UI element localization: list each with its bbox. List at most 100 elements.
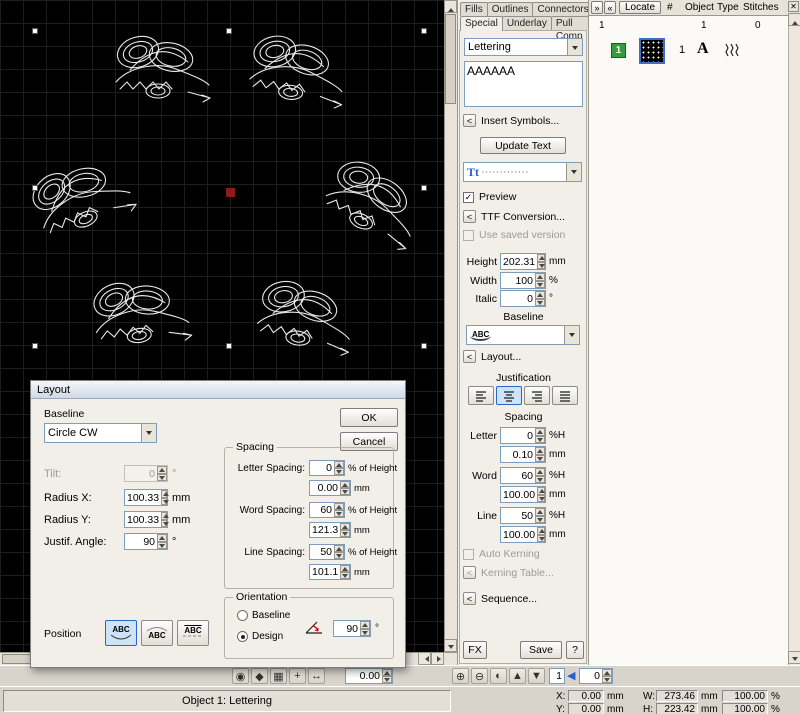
chevron-down-icon[interactable]: [564, 326, 579, 344]
font-select[interactable]: Tt ·············: [463, 162, 582, 182]
step-down-icon[interactable]: ▼: [528, 668, 545, 684]
help-button[interactable]: ?: [566, 641, 584, 659]
tilt-spinner[interactable]: [157, 466, 167, 481]
kerning-table-button[interactable]: Kerning Table...: [481, 567, 554, 579]
height-input[interactable]: 202.31: [500, 253, 546, 270]
lettering-text-input[interactable]: AAAAAA: [464, 61, 583, 107]
line-spacing-spinner[interactable]: [334, 545, 344, 559]
embroidery-motif[interactable]: [316, 148, 433, 252]
dlg-baseline-select[interactable]: Circle CW: [44, 423, 157, 443]
chevron-left-icon[interactable]: <: [463, 350, 476, 363]
scroll-down-icon[interactable]: [788, 651, 800, 664]
chevron-down-icon[interactable]: [567, 39, 582, 55]
letter-mm-spinner[interactable]: [535, 447, 545, 462]
collapse-left-icon[interactable]: «: [604, 1, 616, 14]
chevron-down-icon[interactable]: [566, 163, 581, 181]
orientation-design-radio[interactable]: [237, 631, 248, 642]
tab-fills[interactable]: Fills: [460, 2, 488, 16]
locate-button[interactable]: Locate: [619, 1, 661, 14]
letter-spacing-input[interactable]: 0: [309, 460, 345, 476]
word-spacing-mm-input[interactable]: 121.3: [309, 522, 351, 538]
scroll-left-icon[interactable]: [418, 652, 431, 665]
justify-center-button[interactable]: [496, 386, 522, 405]
embroidery-motif[interactable]: [252, 273, 358, 357]
tab-underlay[interactable]: Underlay: [502, 16, 552, 30]
chevron-left-icon[interactable]: <: [463, 566, 476, 579]
stitch-marks-icon[interactable]: ◉: [232, 668, 249, 684]
length-input[interactable]: 0.00: [345, 668, 393, 684]
canvas-vertical-scrollbar[interactable]: [444, 0, 457, 652]
dialog-titlebar[interactable]: Layout: [31, 381, 405, 399]
width-spinner[interactable]: [535, 273, 545, 288]
justify-left-button[interactable]: [468, 386, 494, 405]
tilt-input[interactable]: 0: [124, 465, 168, 482]
fx-button[interactable]: FX: [463, 641, 487, 659]
tab-special[interactable]: Special: [460, 16, 503, 31]
justify-full-button[interactable]: [552, 386, 578, 405]
preview-checkbox[interactable]: ✓: [463, 192, 474, 203]
scroll-up-icon[interactable]: [444, 0, 457, 13]
radius-x-spinner[interactable]: [161, 490, 167, 505]
line-input[interactable]: 50: [500, 507, 546, 524]
word-spacing-spinner[interactable]: [334, 503, 344, 517]
ttf-conversion-button[interactable]: TTF Conversion...: [481, 211, 565, 223]
line-mm-input[interactable]: 100.00: [500, 526, 546, 543]
ok-button[interactable]: OK: [340, 408, 398, 427]
letter-mm-input[interactable]: 0.10: [500, 446, 546, 463]
justify-right-button[interactable]: [524, 386, 550, 405]
stitch-position-input[interactable]: 0: [579, 668, 613, 684]
measure-icon[interactable]: ↔: [308, 668, 325, 684]
zoom-in-icon[interactable]: ⊕: [452, 668, 469, 684]
selection-handle[interactable]: [32, 185, 38, 191]
height-spinner[interactable]: [537, 254, 545, 269]
line-spacing-mm-input[interactable]: 101.1: [309, 564, 351, 580]
prev-needle-icon[interactable]: ◀: [567, 669, 575, 682]
vertical-scroll-thumb[interactable]: [445, 14, 456, 104]
letter-spinner[interactable]: [535, 428, 545, 443]
add-icon[interactable]: +: [289, 668, 306, 684]
chevron-left-icon[interactable]: <: [463, 210, 476, 223]
radius-x-input[interactable]: 100.33: [124, 489, 168, 506]
insert-symbols-button[interactable]: Insert Symbols...: [481, 115, 559, 127]
line-mm-spinner[interactable]: [537, 527, 545, 542]
line-spacing-input[interactable]: 50: [309, 544, 345, 560]
collapse-right-icon[interactable]: »: [591, 1, 603, 14]
word-input[interactable]: 60: [500, 467, 546, 484]
embroidery-motif[interactable]: [113, 31, 210, 102]
color-icon[interactable]: ◆: [251, 668, 268, 684]
save-button[interactable]: Save: [520, 641, 562, 659]
embroidery-motif[interactable]: [245, 28, 348, 108]
use-saved-checkbox[interactable]: [463, 230, 474, 241]
position-middle-button[interactable]: ABC: [141, 620, 173, 646]
chevron-left-icon[interactable]: <: [463, 114, 476, 127]
object-thumbnail[interactable]: [639, 38, 665, 64]
scroll-up-icon[interactable]: [788, 13, 800, 26]
word-spacing-input[interactable]: 60: [309, 502, 345, 518]
lettering-mode-select[interactable]: Lettering: [464, 38, 583, 56]
italic-spinner[interactable]: [535, 291, 545, 306]
radius-y-input[interactable]: 100.33: [124, 511, 168, 528]
length-spinner[interactable]: [382, 669, 392, 683]
selection-handle[interactable]: [421, 185, 427, 191]
contrast-icon[interactable]: ◐: [490, 668, 507, 684]
word-mm-input[interactable]: 100.00: [500, 486, 546, 503]
object-list-scrollbar[interactable]: [788, 13, 800, 665]
tab-connectors[interactable]: Connectors: [532, 2, 593, 16]
update-text-button[interactable]: Update Text: [480, 137, 566, 154]
line-spacing-mm-spinner[interactable]: [340, 565, 350, 579]
radius-y-spinner[interactable]: [161, 512, 167, 527]
selection-handle[interactable]: [32, 343, 38, 349]
auto-kerning-checkbox[interactable]: [463, 549, 474, 560]
scroll-right-icon[interactable]: [431, 652, 444, 665]
selection-handle[interactable]: [421, 28, 427, 34]
line-spinner[interactable]: [535, 508, 545, 523]
chevron-left-icon[interactable]: <: [463, 592, 476, 605]
italic-input[interactable]: 0: [500, 290, 546, 307]
word-mm-spinner[interactable]: [537, 487, 545, 502]
selection-handle[interactable]: [226, 343, 232, 349]
baseline-select[interactable]: ABC: [466, 325, 580, 345]
orientation-angle-spinner[interactable]: [360, 621, 370, 636]
word-spacing-mm-spinner[interactable]: [340, 523, 350, 537]
justif-angle-input[interactable]: 90: [124, 533, 168, 550]
zoom-out-icon[interactable]: ⊖: [471, 668, 488, 684]
